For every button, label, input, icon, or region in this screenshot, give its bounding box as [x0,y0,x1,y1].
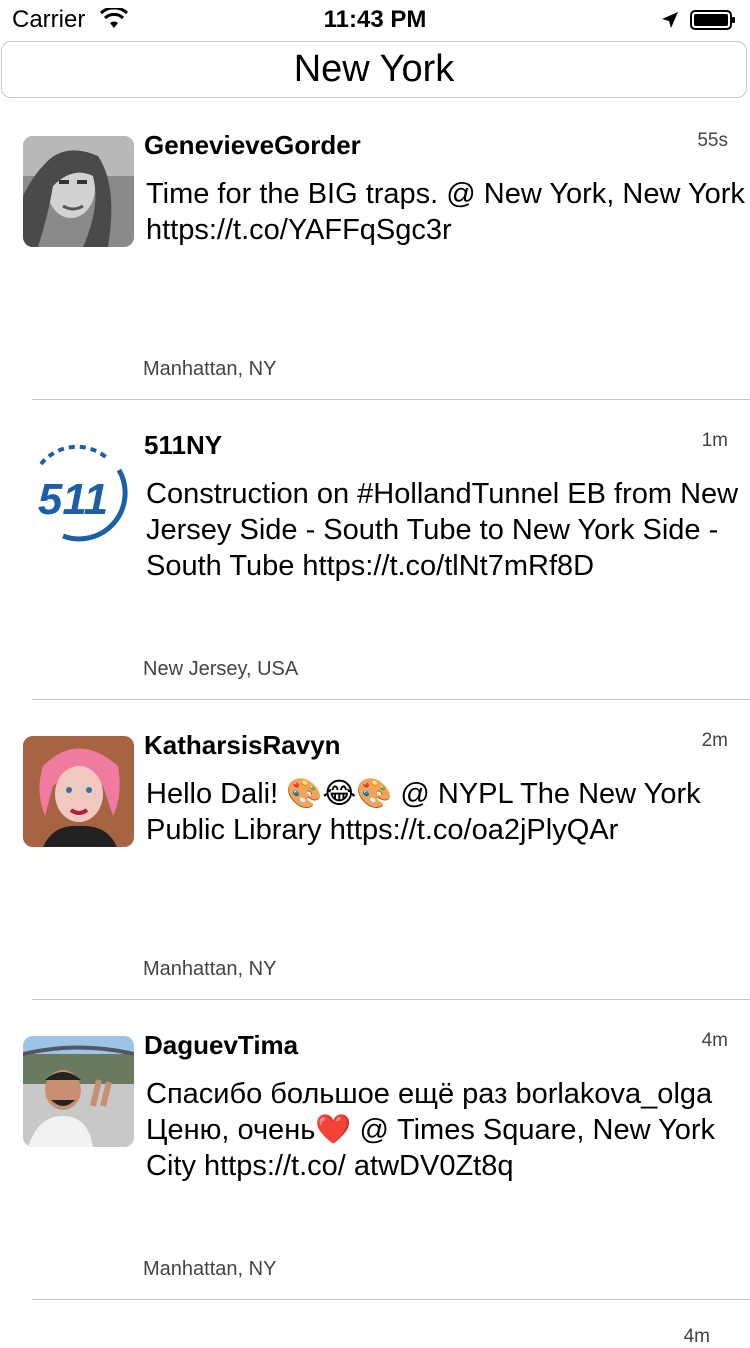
tweet-text: Time for the BIG traps. @ New York, New … [146,178,745,246]
tweet-time: 4m [683,1326,710,1347]
tweet-row[interactable]: GenevieveGorder 55s Time for the BIG tra… [0,100,750,400]
tweet-place: Manhattan, NY [143,358,277,380]
avatar[interactable]: 511 [23,436,134,547]
logo-511: 511 [38,475,108,524]
tweet-text: Construction on #HollandTunnel EB from N… [146,478,739,582]
tweet-username[interactable]: GenevieveGorder [144,130,361,161]
tweet-row[interactable]: KatharsisRavyn 2m Hello Dali! 🎨😂🎨 @ NYPL… [0,700,750,1000]
location-arrow-icon [662,12,678,28]
tweet-list: GenevieveGorder 55s Time for the BIG tra… [0,100,750,1347]
tweet-place: Manhattan, NY [143,958,277,980]
tweet-place: Manhattan, NY [143,1258,277,1280]
battery-icon [690,10,735,30]
tweet-row[interactable]: 511 511NY 1m Construction on #HollandTun… [0,400,750,700]
avatar[interactable] [23,1036,134,1147]
tweet-time: 2m [701,730,728,751]
tweet-time: 1m [701,430,728,451]
avatar[interactable] [23,136,134,247]
tweet-row[interactable]: DaguevTima 4m Спасибо большое ещё раз bo… [0,1000,750,1300]
tweet-text: Спасибо большое ещё раз borlakova_olga Ц… [146,1078,716,1182]
tweet-text: Hello Dali! 🎨😂🎨 @ NYPL The New York Publ… [146,778,701,846]
search-input[interactable]: New York [1,41,747,98]
avatar[interactable] [23,736,134,847]
tweet-username[interactable]: KatharsisRavyn [144,730,341,761]
tweet-row-partial[interactable]: 4m [0,1300,750,1347]
tweet-time: 55s [697,130,728,151]
tweet-username[interactable]: 511NY [144,430,222,461]
tweet-place: New Jersey, USA [143,658,299,680]
status-bar: Carrier 11:43 PM [0,0,750,40]
tweet-username[interactable]: DaguevTima [144,1030,298,1061]
status-time: 11:43 PM [323,6,427,33]
tweet-time: 4m [701,1030,728,1051]
